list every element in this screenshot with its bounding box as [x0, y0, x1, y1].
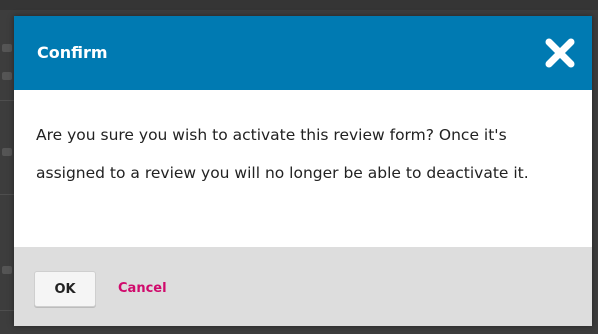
background-text-fragment [2, 266, 12, 274]
dialog-message: Are you sure you wish to activate this r… [36, 126, 529, 182]
background-divider [0, 310, 14, 311]
background-text-fragment [2, 72, 12, 80]
background-divider [0, 194, 14, 195]
confirm-dialog: Confirm Are you sure you wish to activat… [14, 16, 592, 326]
close-button[interactable] [544, 37, 576, 69]
close-icon [545, 38, 575, 68]
dialog-title: Confirm [37, 43, 108, 62]
background-divider [0, 100, 14, 101]
ok-button[interactable]: OK [34, 271, 96, 307]
dialog-header: Confirm [14, 16, 592, 90]
dialog-footer: OK Cancel [14, 247, 592, 326]
background-text-fragment [2, 148, 12, 156]
background-text-fragment [2, 44, 12, 52]
cancel-link[interactable]: Cancel [118, 271, 167, 307]
